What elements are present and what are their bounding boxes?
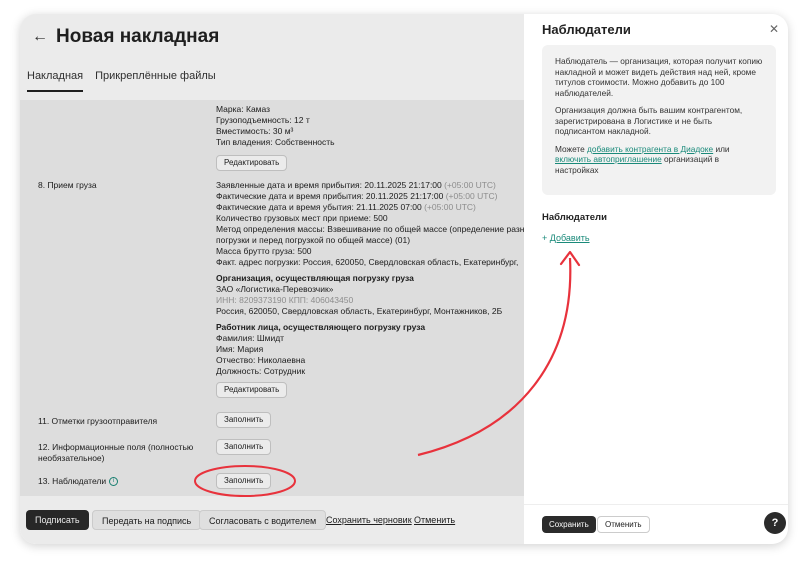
save-button[interactable]: Сохранить [542, 516, 596, 533]
plus-icon: + [542, 233, 550, 243]
cancel-button[interactable]: Отменить [597, 516, 650, 533]
section-11-label: 11. Отметки грузоотправителя [38, 416, 158, 426]
page-title: Новая накладная [56, 26, 220, 47]
vehicle-line: Вместимость: 30 м³ [216, 126, 294, 136]
drawer-title: Наблюдатели [542, 22, 631, 37]
loading-org-address: Россия, 620050, Свердловская область, Ек… [216, 306, 503, 316]
section-12-label: 12. Информационные поля (полностью необя… [38, 442, 194, 463]
vehicle-line: Марка: Камаз [216, 104, 271, 114]
send-for-signature-button[interactable]: Передать на подпись [92, 510, 202, 530]
page-header: ← Новая накладная [32, 26, 219, 48]
cancel-link[interactable]: Отменить [414, 510, 455, 530]
tab-invoice[interactable]: Накладная [27, 68, 84, 92]
actual-arrival: Фактические дата и время прибытия: 20.11… [216, 191, 498, 201]
fill-section-13-button[interactable]: Заполнить [216, 473, 272, 489]
section-8-label: 8. Прием груза [38, 180, 97, 190]
invoice-footer: Подписать Передать на подпись Согласоват… [20, 496, 524, 544]
agree-with-driver-button[interactable]: Согласовать с водителем [199, 510, 327, 530]
help-icon[interactable]: ? [764, 512, 786, 534]
tabs: Накладная Прикреплённые файлы [27, 68, 216, 92]
worker-line: Отчество: Николаевна [216, 355, 306, 365]
edit-loading-button[interactable]: Редактировать [216, 382, 288, 398]
info-paragraph: Наблюдатель — организация, которая получ… [555, 56, 763, 98]
vehicle-line: Грузоподъемность: 12 т [216, 115, 310, 125]
actual-departure: Фактические дата и время убытия: 21.11.2… [216, 202, 476, 212]
worker-title: Работник лица, осуществляющего погрузку … [216, 322, 426, 332]
add-contractor-link[interactable]: добавить контрагента в Диадоке [587, 144, 713, 154]
save-draft-link[interactable]: Сохранить черновик [326, 510, 412, 530]
app-window: ← Новая накладная Накладная Прикреплённы… [20, 14, 788, 544]
loading-org-ids: ИНН: 8209373190 КПП: 406043450 [216, 295, 354, 305]
section-8-line: погрузки и перед погрузкой по общей масс… [216, 235, 411, 245]
section-8-line: Факт. адрес погрузки: Россия, 620050, Св… [216, 257, 519, 267]
info-paragraph: Организация должна быть вашим контрагент… [555, 105, 743, 136]
fill-section-12-button[interactable]: Заполнить [216, 439, 272, 455]
section-8-line: Масса брутто груза: 500 [216, 246, 312, 256]
tab-attached-files[interactable]: Прикреплённые файлы [95, 68, 216, 92]
vehicle-line: Тип владения: Собственность [216, 137, 335, 147]
enable-autoinvite-link[interactable]: включить автоприглашение [555, 154, 662, 164]
sign-button[interactable]: Подписать [26, 510, 89, 530]
drawer-footer: Сохранить Отменить [524, 504, 788, 544]
section-8-line: Количество грузовых мест при приеме: 500 [216, 213, 388, 223]
invoice-main-panel: ← Новая накладная Накладная Прикреплённы… [20, 14, 524, 544]
edit-vehicle-button[interactable]: Редактировать [216, 155, 288, 171]
observers-heading: Наблюдатели [542, 212, 607, 223]
arrow-left-icon[interactable]: ← [32, 28, 48, 46]
observers-drawer: Наблюдатели ✕ Наблюдатель — организация,… [524, 14, 788, 544]
worker-line: Фамилия: Шмидт [216, 333, 285, 343]
loading-org-name: ЗАО «Логистика-Перевозчик» [216, 284, 334, 294]
add-observer-button[interactable]: + Добавить [542, 233, 590, 243]
declared-arrival: Заявленные дата и время прибытия: 20.11.… [216, 180, 496, 190]
info-icon[interactable]: i [109, 477, 119, 487]
section-8-line: Метод определения массы: Взвешивание по … [216, 224, 524, 234]
fill-section-11-button[interactable]: Заполнить [216, 412, 272, 428]
observers-info-box: Наблюдатель — организация, которая получ… [542, 45, 776, 195]
close-icon[interactable]: ✕ [769, 22, 779, 36]
worker-line: Должность: Сотрудник [216, 366, 306, 376]
worker-line: Имя: Мария [216, 344, 264, 354]
info-paragraph: Можете добавить контрагента в Диадоке ил… [555, 143, 730, 175]
loading-org-title: Организация, осуществляющая погрузку гру… [216, 273, 414, 283]
section-13-label: 13. Наблюдатели i [38, 476, 198, 487]
invoice-content: Марка: Камаз Грузоподъемность: 12 т Вмес… [20, 100, 524, 496]
